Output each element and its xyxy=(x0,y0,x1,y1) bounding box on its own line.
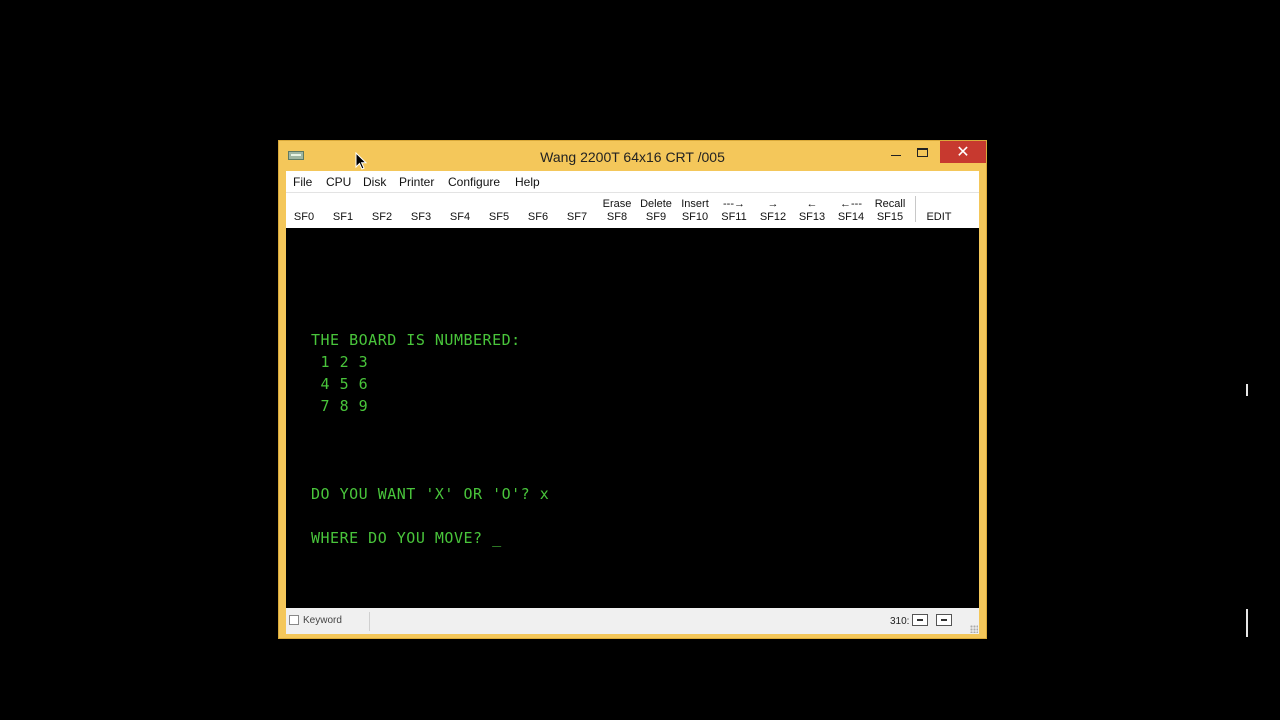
window-title: Wang 2200T 64x16 CRT /005 xyxy=(540,149,725,165)
sf9-label: SF9 xyxy=(645,211,667,223)
menu-printer[interactable]: Printer xyxy=(399,175,434,189)
mouse-pointer-icon xyxy=(355,152,368,170)
maximize-button[interactable] xyxy=(909,141,935,163)
sf13-left-button[interactable]: ← SF13 xyxy=(793,193,831,228)
resize-grip-icon[interactable] xyxy=(970,625,978,633)
minimize-button[interactable] xyxy=(883,141,909,163)
status-separator xyxy=(369,612,370,631)
menu-cpu[interactable]: CPU xyxy=(326,175,351,189)
menu-file[interactable]: File xyxy=(293,175,312,189)
sf10-label: SF10 xyxy=(681,211,709,223)
emulator-window: Wang 2200T 64x16 CRT /005 ✕ File CPU Dis… xyxy=(278,140,987,639)
sf9-delete-button[interactable]: Delete SF9 xyxy=(637,193,675,228)
sf7-button[interactable]: SF7 xyxy=(558,193,596,228)
sf14-skip-left-button[interactable]: ←--- SF14 xyxy=(832,193,870,228)
sf5-button[interactable]: SF5 xyxy=(480,193,518,228)
menu-configure[interactable]: Configure xyxy=(448,175,500,189)
sf8-erase-button[interactable]: Erase SF8 xyxy=(598,193,636,228)
sf13-caption: ← xyxy=(806,198,818,210)
screen-line: 4 5 6 xyxy=(311,375,369,393)
menu-help[interactable]: Help xyxy=(515,175,540,189)
sf5-label: SF5 xyxy=(488,211,510,223)
title-bar[interactable]: Wang 2200T 64x16 CRT /005 ✕ xyxy=(279,141,986,171)
keyword-checkbox[interactable] xyxy=(289,615,299,625)
sf8-label: SF8 xyxy=(606,211,628,223)
sf15-caption: Recall xyxy=(874,198,906,210)
sf6-button[interactable]: SF6 xyxy=(519,193,557,228)
close-button[interactable]: ✕ xyxy=(940,141,986,163)
edge-marker xyxy=(1246,609,1248,637)
sf14-label: SF14 xyxy=(837,211,865,223)
sf4-label: SF4 xyxy=(449,211,471,223)
edit-label: EDIT xyxy=(926,211,952,223)
sf11-label: SF11 xyxy=(721,211,747,223)
close-icon: ✕ xyxy=(956,144,970,161)
screen-line: 7 8 9 xyxy=(311,397,369,415)
status-bar: Keyword 310: xyxy=(286,609,979,634)
sf2-button[interactable]: SF2 xyxy=(363,193,401,228)
screen-line: 1 2 3 xyxy=(311,353,369,371)
sf9-caption: Delete xyxy=(640,198,672,210)
sf3-button[interactable]: SF3 xyxy=(402,193,440,228)
menu-disk[interactable]: Disk xyxy=(363,175,386,189)
sf14-caption: ←--- xyxy=(840,198,862,210)
edit-button[interactable]: EDIT xyxy=(920,193,958,228)
sf12-caption: → xyxy=(767,198,779,210)
disk-status-icon[interactable] xyxy=(912,614,928,626)
printer-status-icon[interactable] xyxy=(936,614,952,626)
sf1-button[interactable]: SF1 xyxy=(324,193,362,228)
sf11-caption: ---→ xyxy=(723,198,745,210)
sf1-label: SF1 xyxy=(332,211,354,223)
menu-bar: File CPU Disk Printer Configure Help xyxy=(286,171,979,193)
sf3-label: SF3 xyxy=(410,211,432,223)
keyword-label: Keyword xyxy=(303,615,342,626)
sf10-insert-button[interactable]: Insert SF10 xyxy=(676,193,714,228)
edge-marker xyxy=(1246,384,1248,396)
crt-screen[interactable]: THE BOARD IS NUMBERED: 1 2 3 4 5 6 7 8 9… xyxy=(286,228,979,608)
sf12-label: SF12 xyxy=(759,211,787,223)
sf13-label: SF13 xyxy=(798,211,826,223)
screen-line: WHERE DO YOU MOVE? _ xyxy=(311,529,502,547)
sf0-button[interactable]: SF0 xyxy=(285,193,323,228)
special-function-toolbar: SF0 SF1 SF2 SF3 SF4 SF5 SF6 SF7 Erase SF8… xyxy=(286,193,979,228)
maximize-icon xyxy=(916,147,928,157)
screen-line: DO YOU WANT 'X' OR 'O'? x xyxy=(311,485,550,503)
sf6-label: SF6 xyxy=(527,211,549,223)
client-area: File CPU Disk Printer Configure Help SF0… xyxy=(286,171,979,634)
sf4-button[interactable]: SF4 xyxy=(441,193,479,228)
sf2-label: SF2 xyxy=(371,211,393,223)
sf12-right-button[interactable]: → SF12 xyxy=(754,193,792,228)
sf15-recall-button[interactable]: Recall SF15 xyxy=(871,193,909,228)
screen-line: THE BOARD IS NUMBERED: xyxy=(311,331,521,349)
minimize-icon xyxy=(891,154,901,156)
sf11-skip-right-button[interactable]: ---→ SF11 xyxy=(715,193,753,228)
sf0-label: SF0 xyxy=(293,211,315,223)
sf10-caption: Insert xyxy=(681,198,709,210)
toolbar-separator xyxy=(915,196,916,222)
sf15-label: SF15 xyxy=(876,211,904,223)
sf7-label: SF7 xyxy=(566,211,588,223)
position-readout: 310: xyxy=(890,616,910,627)
sf8-caption: Erase xyxy=(602,198,632,210)
